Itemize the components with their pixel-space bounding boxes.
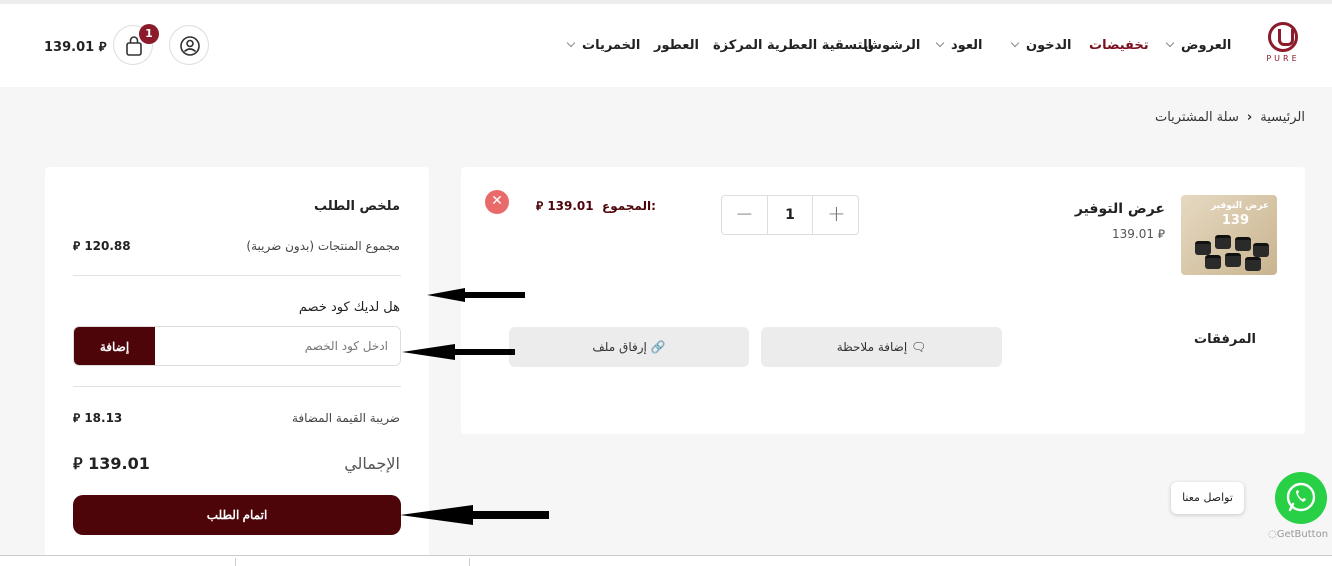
jar-shape (1215, 235, 1231, 249)
jar-shape (1245, 257, 1261, 271)
divider (73, 275, 401, 276)
whatsapp-icon (1286, 482, 1316, 512)
chevron-down-icon (1010, 38, 1020, 48)
getbutton-credit[interactable]: ◌GetButton (1268, 529, 1328, 540)
getbutton-icon: ◌ (1268, 529, 1277, 540)
jar-shape (1205, 255, 1221, 269)
jar-shape (1235, 237, 1251, 251)
grand-total-value: ⃁ 139.01 (73, 454, 150, 473)
site-logo[interactable]: PURE (1262, 22, 1304, 70)
close-icon: ✕ (491, 193, 503, 209)
annotation-arrow (400, 505, 549, 525)
summary-title: ملخص الطلب (313, 199, 400, 214)
item-total: ⃁ 139.01 المجموع: (536, 199, 656, 213)
decrease-quantity-button[interactable]: − (722, 196, 767, 234)
whatsapp-button[interactable] (1275, 472, 1327, 524)
vat-label: ضريبة القيمة المضافة (291, 411, 400, 425)
nav-item-discounts[interactable]: تخفيضات (1089, 38, 1149, 53)
account-button[interactable] (169, 25, 209, 65)
nav-item-khamriyat[interactable]: الخمريات (566, 38, 640, 53)
checkout-button[interactable]: اتمام الطلب (73, 495, 401, 535)
breadcrumb-home[interactable]: الرئيسية (1260, 110, 1305, 125)
whatsapp-tooltip[interactable]: تواصل معنا (1171, 482, 1244, 514)
chevron-down-icon (1165, 38, 1175, 48)
product-thumbnail[interactable]: عرض التوفير 139 (1181, 195, 1277, 275)
strip-divider (235, 558, 236, 566)
user-icon (180, 36, 200, 56)
subtotal-value: ⃁ 120.88 (73, 239, 131, 253)
logo-mark-icon (1268, 22, 1298, 52)
increase-quantity-button[interactable]: + (814, 196, 859, 234)
attachments-label: المرفقات (1194, 332, 1256, 347)
attach-file-button[interactable]: 🔗 إرفاق ملف (509, 327, 749, 367)
bottom-strip (0, 556, 1332, 566)
quantity-value[interactable]: 1 (767, 196, 813, 234)
note-icon: 🗨 (911, 340, 927, 354)
coupon-input[interactable] (156, 327, 400, 365)
cart-count-badge: 1 (139, 24, 159, 44)
jar-shape (1195, 241, 1211, 255)
nav-item-perfumes[interactable]: العطور (654, 38, 699, 53)
breadcrumb-current: سلة المشتريات (1154, 110, 1239, 125)
quantity-stepper: + 1 − (721, 195, 859, 235)
subtotal-label: مجموع المنتجات (بدون ضريبة) (246, 239, 400, 253)
product-unit-price: 139.01 ⃁ (1112, 227, 1165, 241)
annotation-arrow (402, 344, 515, 360)
chevron-down-icon (566, 38, 576, 48)
chevron-down-icon (935, 38, 945, 48)
product-name[interactable]: عرض التوفير (1060, 201, 1165, 217)
strip-divider (469, 558, 470, 566)
vat-value: ⃁ 18.13 (73, 411, 123, 425)
nav-item-concentrated[interactable]: التسقية العطرية المركزة (713, 38, 872, 53)
nav-item-sprays[interactable]: الرشوش (864, 38, 920, 53)
nav-item-oud[interactable]: العود (935, 38, 983, 53)
apply-coupon-button[interactable]: إضافة (74, 327, 155, 365)
paperclip-icon: 🔗 (650, 340, 666, 354)
nav-item-incense[interactable]: الدخون (1010, 38, 1071, 53)
chevron-left-icon: ‹ (1246, 110, 1253, 125)
add-note-button[interactable]: 🗨 إضافة ملاحظة (761, 327, 1002, 367)
breadcrumb: الرئيسية ‹ سلة المشتريات (1100, 110, 1305, 125)
coupon-form: إضافة (73, 326, 401, 366)
remove-item-button[interactable]: ✕ (485, 190, 509, 214)
coupon-question: هل لديك كود خصم (298, 300, 400, 315)
annotation-arrow (427, 288, 525, 302)
logo-text: PURE (1266, 54, 1300, 63)
nav-item-offers[interactable]: العروض (1165, 38, 1231, 53)
jar-shape (1253, 243, 1269, 257)
grand-total-label: الإجمالي (344, 454, 400, 473)
jar-shape (1225, 253, 1241, 267)
header-cart-total[interactable]: 139.01 ⃁ (44, 38, 106, 55)
divider (73, 386, 401, 387)
